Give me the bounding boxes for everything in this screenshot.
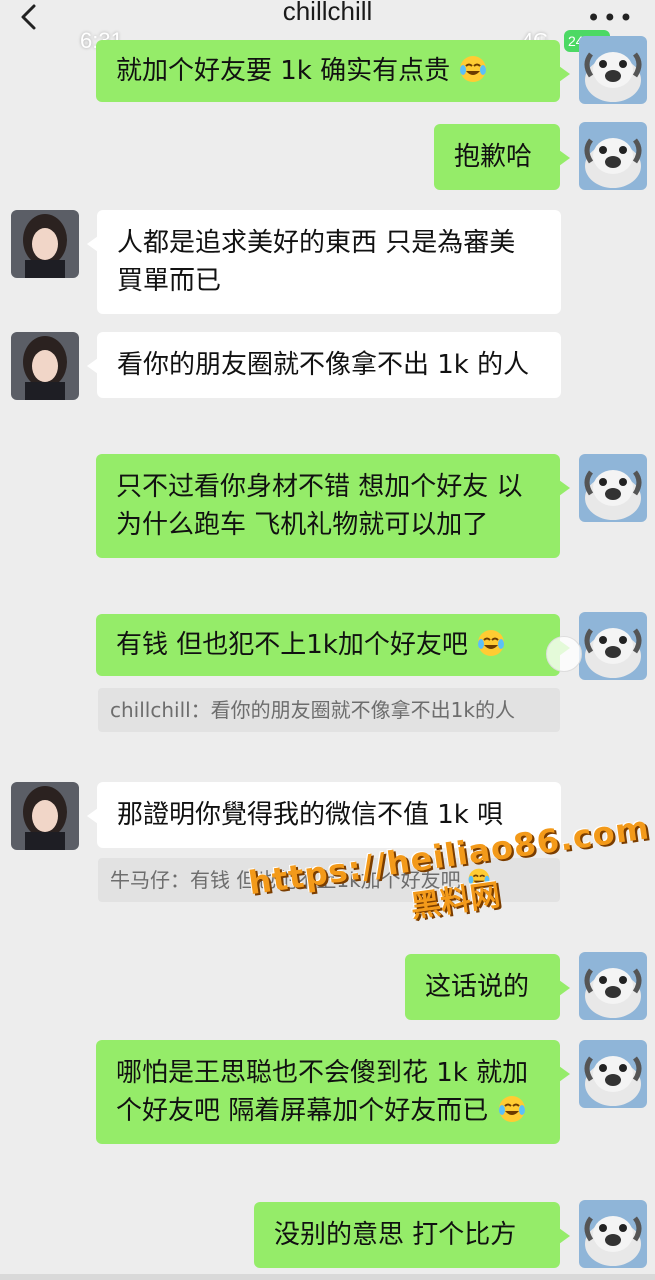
avatar-contact[interactable] <box>11 210 79 278</box>
laughing-crying-emoji-icon <box>460 56 487 82</box>
laughing-crying-emoji-icon <box>478 630 505 656</box>
laughing-crying-emoji-icon <box>498 1096 525 1122</box>
message-bubble-sent[interactable]: 就加个好友要 1k 确实有点贵 <box>96 40 570 102</box>
message-text: 人都是追求美好的東西 只是為審美買單而已 <box>117 228 516 296</box>
message-bubble-sent[interactable]: 这话说的 <box>405 954 570 1020</box>
avatar-self[interactable] <box>579 36 647 104</box>
chat-title: chillchill <box>282 0 373 26</box>
message-text: 这话说的 <box>425 972 530 1002</box>
avatar-self[interactable] <box>579 952 647 1020</box>
message-text: 就加个好友要 1k 确实有点贵 <box>116 56 451 86</box>
avatar-self[interactable] <box>579 454 647 522</box>
avatar-self[interactable] <box>579 1040 647 1108</box>
message-bubble-sent[interactable]: 抱歉哈 <box>434 124 570 190</box>
quoted-message[interactable]: chillchill：看你的朋友圈就不像拿不出1k的人 <box>98 688 560 732</box>
message-text: 没别的意思 打个比方 <box>274 1220 517 1250</box>
avatar-self[interactable] <box>579 1200 647 1268</box>
floating-scroll-handle[interactable] <box>546 636 582 672</box>
message-bubble-received[interactable]: 人都是追求美好的東西 只是為審美買單而已 <box>87 210 561 314</box>
message-text: 哪怕是王思聪也不会傻到花 1k 就加个好友吧 隔着屏幕加个好友而已 <box>116 1058 529 1126</box>
avatar-contact[interactable] <box>11 332 79 400</box>
message-bubble-sent[interactable]: 没别的意思 打个比方 <box>254 1202 570 1268</box>
message-text: 看你的朋友圈就不像拿不出 1k 的人 <box>117 350 530 380</box>
message-text: 抱歉哈 <box>454 142 533 172</box>
more-dots-icon[interactable]: ••• <box>587 4 635 32</box>
avatar-contact[interactable] <box>11 782 79 850</box>
avatar-self[interactable] <box>579 122 647 190</box>
quote-text: chillchill：看你的朋友圈就不像拿不出1k的人 <box>110 698 515 722</box>
avatar-self[interactable] <box>579 612 647 680</box>
message-text: 有钱 但也犯不上1k加个好友吧 <box>116 630 468 660</box>
message-bubble-sent[interactable]: 只不过看你身材不错 想加个好友 以为什么跑车 飞机礼物就可以加了 <box>96 454 570 558</box>
message-bubble-sent[interactable]: 哪怕是王思聪也不会傻到花 1k 就加个好友吧 隔着屏幕加个好友而已 <box>96 1040 570 1144</box>
message-text: 只不过看你身材不错 想加个好友 以为什么跑车 飞机礼物就可以加了 <box>116 472 523 540</box>
home-indicator <box>0 1274 655 1280</box>
message-bubble-sent[interactable]: 有钱 但也犯不上1k加个好友吧 <box>96 614 570 676</box>
message-text: 那證明你覺得我的微信不值 1k 唄 <box>117 800 504 830</box>
message-bubble-received[interactable]: 看你的朋友圈就不像拿不出 1k 的人 <box>87 332 561 398</box>
